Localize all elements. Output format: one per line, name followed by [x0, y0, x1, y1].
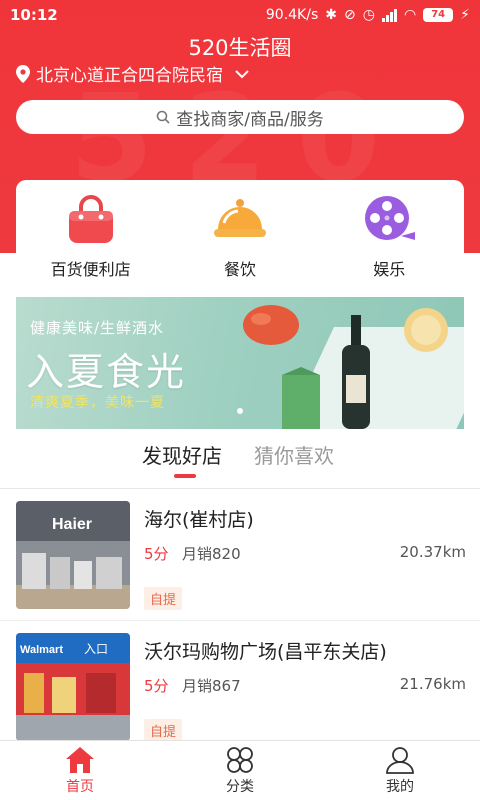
food-cloche-icon [213, 199, 266, 237]
profile-icon [386, 747, 414, 774]
home-icon [66, 747, 94, 773]
category-icon [227, 747, 253, 773]
shopping-bag-icon [68, 195, 113, 243]
category-label: 百货便利店 [50, 260, 131, 279]
category-label: 餐饮 [223, 260, 256, 279]
drink-glass-image [404, 308, 448, 352]
status-time: 10:12 [10, 6, 58, 24]
search-input[interactable]: 查找商家/商品/服务 [16, 100, 464, 134]
status-bar: 10:12 90.4K/s ✱ ⊘ ◷ ◠ 74 ⚡ [0, 0, 480, 30]
tabbar-category[interactable]: 分类 [160, 741, 320, 800]
location-selector[interactable]: 北京心道正合四合院民宿 [16, 61, 249, 86]
store-thumbnail: Haier [16, 501, 130, 609]
status-icons: 90.4K/s ✱ ⊘ ◷ ◠ 74 ⚡ [266, 7, 470, 23]
category-label: 娱乐 [373, 260, 406, 279]
pickup-badge: 自提 [144, 719, 183, 742]
haier-store-image: Haier [16, 501, 130, 609]
banner-tagline: 清爽夏季，美味一夏 [30, 395, 165, 411]
charging-icon: ⚡ [460, 7, 470, 23]
store-name: 沃尔玛购物广场(昌平东关店) [144, 641, 387, 663]
tab-recommended[interactable]: 猜你喜欢 [254, 440, 334, 469]
chevron-down-icon [235, 69, 249, 78]
location-pin-icon [16, 64, 30, 83]
store-list-item[interactable]: Walmart 入口 沃尔玛购物广场(昌平东关店) 5分 月销867 21.76… [0, 621, 480, 753]
store-distance: 21.76km [399, 675, 466, 693]
app-title: 520生活圈 [188, 36, 292, 60]
film-reel-icon [365, 196, 416, 240]
tabbar-home[interactable]: 首页 [0, 741, 160, 800]
juice-carton-image [282, 367, 320, 429]
store-list-item[interactable]: Haier 海尔(崔村店) 5分 月销820 20.37km 自提 [0, 489, 480, 621]
store-sign-text: Haier [52, 516, 92, 533]
tab-discover-stores[interactable]: 发现好店 [142, 440, 222, 469]
bluetooth-icon: ✱ [325, 7, 337, 23]
location-text: 北京心道正合四合院民宿 [36, 66, 223, 86]
search-icon [156, 110, 170, 124]
network-speed: 90.4K/s [265, 7, 319, 23]
category-entertainment[interactable]: 娱乐 [319, 180, 459, 300]
wine-bottle-image [342, 315, 370, 429]
store-distance: 20.37km [399, 543, 466, 561]
store-name: 海尔(崔村店) [144, 509, 254, 531]
signal-icon [381, 8, 397, 22]
category-department-store[interactable]: 百货便利店 [21, 180, 161, 300]
pickup-badge: 自提 [144, 587, 183, 610]
search-placeholder: 查找商家/商品/服务 [176, 109, 324, 130]
bottom-tab-bar: 首页 分类 我的 [0, 740, 480, 800]
wifi-icon: ◠ [403, 7, 417, 23]
banner-title: 入夏食光 [26, 350, 187, 394]
battery-icon: 74 [423, 8, 454, 22]
alarm-icon: ◷ [362, 7, 375, 23]
tabbar-label: 我的 [386, 779, 414, 795]
store-sign-text: Walmart [20, 644, 63, 656]
mute-icon: ⊘ [343, 7, 356, 23]
store-monthly-sales: 月销867 [182, 677, 241, 695]
lobster-image [243, 305, 299, 345]
tabbar-profile[interactable]: 我的 [320, 741, 480, 800]
tabbar-label: 首页 [66, 779, 94, 795]
walmart-store-image: Walmart 入口 [16, 633, 130, 741]
active-tab-indicator [174, 474, 196, 478]
store-monthly-sales: 月销820 [182, 545, 241, 563]
entrance-sign-text: 入口 [84, 642, 108, 656]
tabbar-label: 分类 [226, 779, 254, 795]
store-thumbnail: Walmart 入口 [16, 633, 130, 741]
category-dining[interactable]: 餐饮 [170, 180, 310, 300]
store-rating: 5分 [144, 545, 169, 563]
carousel-dot[interactable] [237, 408, 243, 414]
store-rating: 5分 [144, 677, 169, 695]
category-card: 百货便利店 餐饮 娱乐 [16, 180, 464, 300]
banner-subtitle: 健康美味/生鲜酒水 [30, 319, 165, 337]
feed-tabs: 发现好店 猜你喜欢 [0, 440, 480, 488]
